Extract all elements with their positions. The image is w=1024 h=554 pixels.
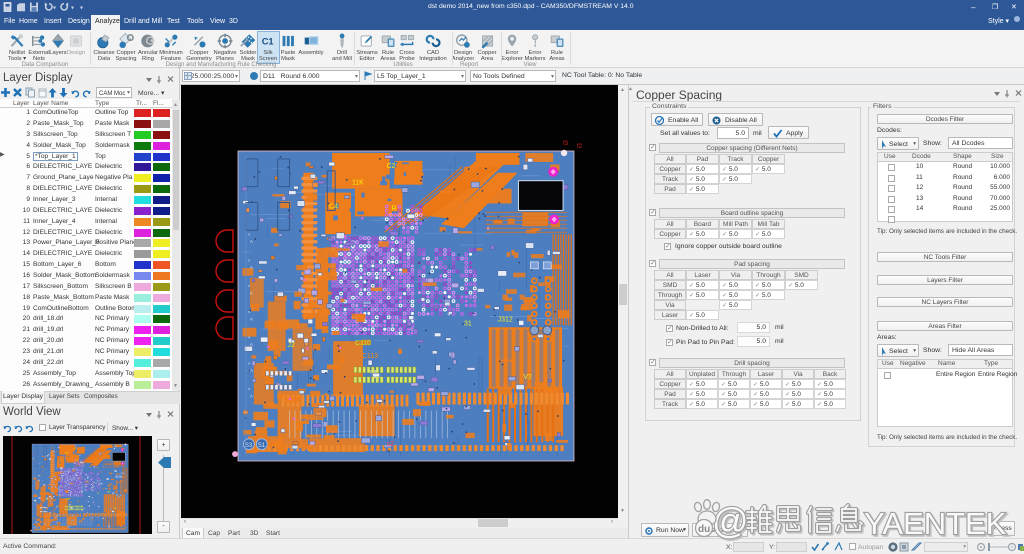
svg-text:A: A	[250, 291, 253, 296]
svg-text:du: du	[698, 524, 710, 535]
svg-text:J2: J2	[46, 499, 48, 501]
svg-text:A: A	[250, 394, 253, 399]
svg-text:C2: C2	[75, 448, 78, 450]
svg-text:31: 31	[97, 493, 99, 495]
svg-text:A: A	[250, 368, 253, 373]
svg-text:C113: C113	[362, 353, 378, 360]
svg-text:×: ×	[248, 335, 251, 340]
svg-text:11K: 11K	[352, 180, 364, 187]
svg-text:A: A	[250, 239, 253, 244]
svg-text:A: A	[250, 342, 253, 347]
svg-text:YAENTEK: YAENTEK	[864, 506, 1007, 541]
svg-text:A: A	[250, 316, 253, 321]
svg-text:V2: V2	[523, 374, 532, 381]
svg-text:S3: S3	[245, 443, 253, 449]
svg-text:V2: V2	[114, 508, 116, 510]
svg-text:▾: ▾	[71, 6, 74, 12]
svg-text:×: ×	[248, 387, 251, 392]
svg-text:s2: s2	[75, 527, 77, 529]
svg-text:J2: J2	[288, 342, 295, 349]
svg-text:×: ×	[248, 232, 251, 237]
svg-text:×: ×	[248, 361, 251, 366]
svg-text:J312: J312	[498, 316, 513, 323]
svg-text:▾: ▾	[80, 6, 83, 12]
svg-text:A: A	[250, 265, 253, 270]
svg-text:f3: f3	[563, 141, 569, 147]
svg-text:C2: C2	[387, 163, 396, 170]
svg-text:S1: S1	[258, 443, 266, 449]
svg-text:C110: C110	[355, 340, 371, 347]
svg-text:s2: s2	[387, 441, 394, 448]
svg-text:f2: f2	[577, 144, 583, 150]
svg-text:31: 31	[464, 320, 472, 327]
svg-text:C4: C4	[329, 203, 338, 210]
svg-text:S1: S1	[38, 528, 40, 530]
svg-text:S3: S3	[34, 528, 36, 530]
svg-text:▾: ▾	[53, 6, 56, 12]
svg-text:C1: C1	[262, 36, 274, 46]
svg-text:×: ×	[248, 258, 251, 263]
svg-text:R: R	[392, 205, 397, 212]
svg-text:J312: J312	[106, 492, 110, 494]
svg-text:×: ×	[248, 284, 251, 289]
svg-text:×: ×	[248, 309, 251, 314]
